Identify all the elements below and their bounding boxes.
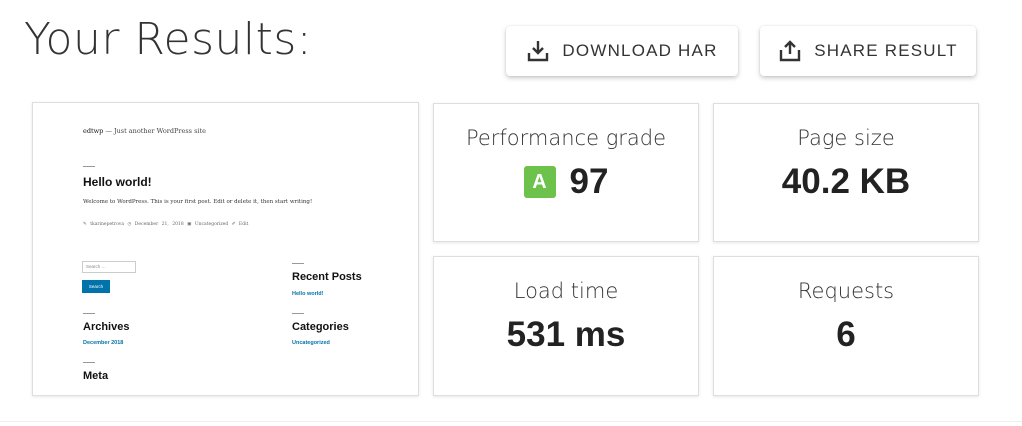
- wp-category-link: Uncategorized: [292, 340, 330, 346]
- download-icon: [528, 41, 549, 62]
- wp-site-header: edtwp — Just another WordPress site: [83, 127, 206, 135]
- wp-post-meta: ✎ tkarinepetrova ◷ December 21, 2018 ▣ U…: [83, 222, 248, 227]
- divider: [83, 166, 95, 167]
- wp-meta-title: Meta: [83, 370, 109, 382]
- requests-card: Requests 6: [713, 256, 979, 396]
- wp-meta-author: ✎ tkarinepetrova: [83, 222, 125, 227]
- divider: [83, 362, 95, 363]
- wp-recent-post-link: Hello world!: [292, 291, 324, 297]
- performance-grade-value: 97: [569, 162, 609, 201]
- divider: [0, 421, 1022, 422]
- wp-archives-title: Archives: [83, 321, 130, 333]
- wp-search-button: Search: [82, 280, 110, 293]
- page-title: Your Results:: [24, 14, 313, 65]
- divider: [83, 313, 95, 314]
- load-time-label: Load time: [513, 279, 619, 303]
- share-result-label: SHARE RESULT: [814, 41, 958, 60]
- wp-site-name: edtwp: [83, 127, 104, 135]
- wp-post-title: Hello world!: [83, 175, 152, 189]
- wp-meta-date: ◷ December 21, 2018: [127, 222, 184, 227]
- page-size-label: Page size: [797, 126, 895, 150]
- wp-site-tagline: — Just another WordPress site: [105, 127, 206, 135]
- download-har-label: DOWNLOAD HAR: [562, 41, 718, 60]
- page-size-card: Page size 40.2 KB: [713, 103, 979, 242]
- wp-meta-category: ▣ Uncategorized: [187, 222, 229, 227]
- wp-search-field: Search …: [82, 261, 136, 273]
- share-icon: [780, 40, 801, 62]
- divider: [292, 313, 304, 314]
- performance-grade-card: Performance grade A 97: [433, 103, 699, 242]
- download-har-button[interactable]: DOWNLOAD HAR: [506, 26, 738, 76]
- requests-value: 6: [836, 315, 856, 354]
- grade-badge: A: [523, 166, 556, 198]
- share-result-button[interactable]: SHARE RESULT: [760, 26, 976, 76]
- performance-grade-label: Performance grade: [465, 126, 667, 150]
- wp-meta-edit: ✐ Edit: [231, 222, 249, 227]
- requests-label: Requests: [797, 279, 895, 303]
- page-size-value: 40.2 KB: [781, 162, 911, 201]
- page-screenshot-preview: edtwp — Just another WordPress site Hell…: [32, 102, 419, 396]
- divider: [292, 263, 304, 264]
- wp-archive-link: December 2018: [83, 340, 124, 346]
- load-time-value: 531 ms: [506, 315, 626, 354]
- wp-categories-title: Categories: [292, 321, 349, 333]
- wp-recent-posts-title: Recent Posts: [292, 271, 362, 283]
- wp-post-body: Welcome to WordPress. This is your first…: [83, 199, 313, 205]
- load-time-card: Load time 531 ms: [433, 256, 699, 396]
